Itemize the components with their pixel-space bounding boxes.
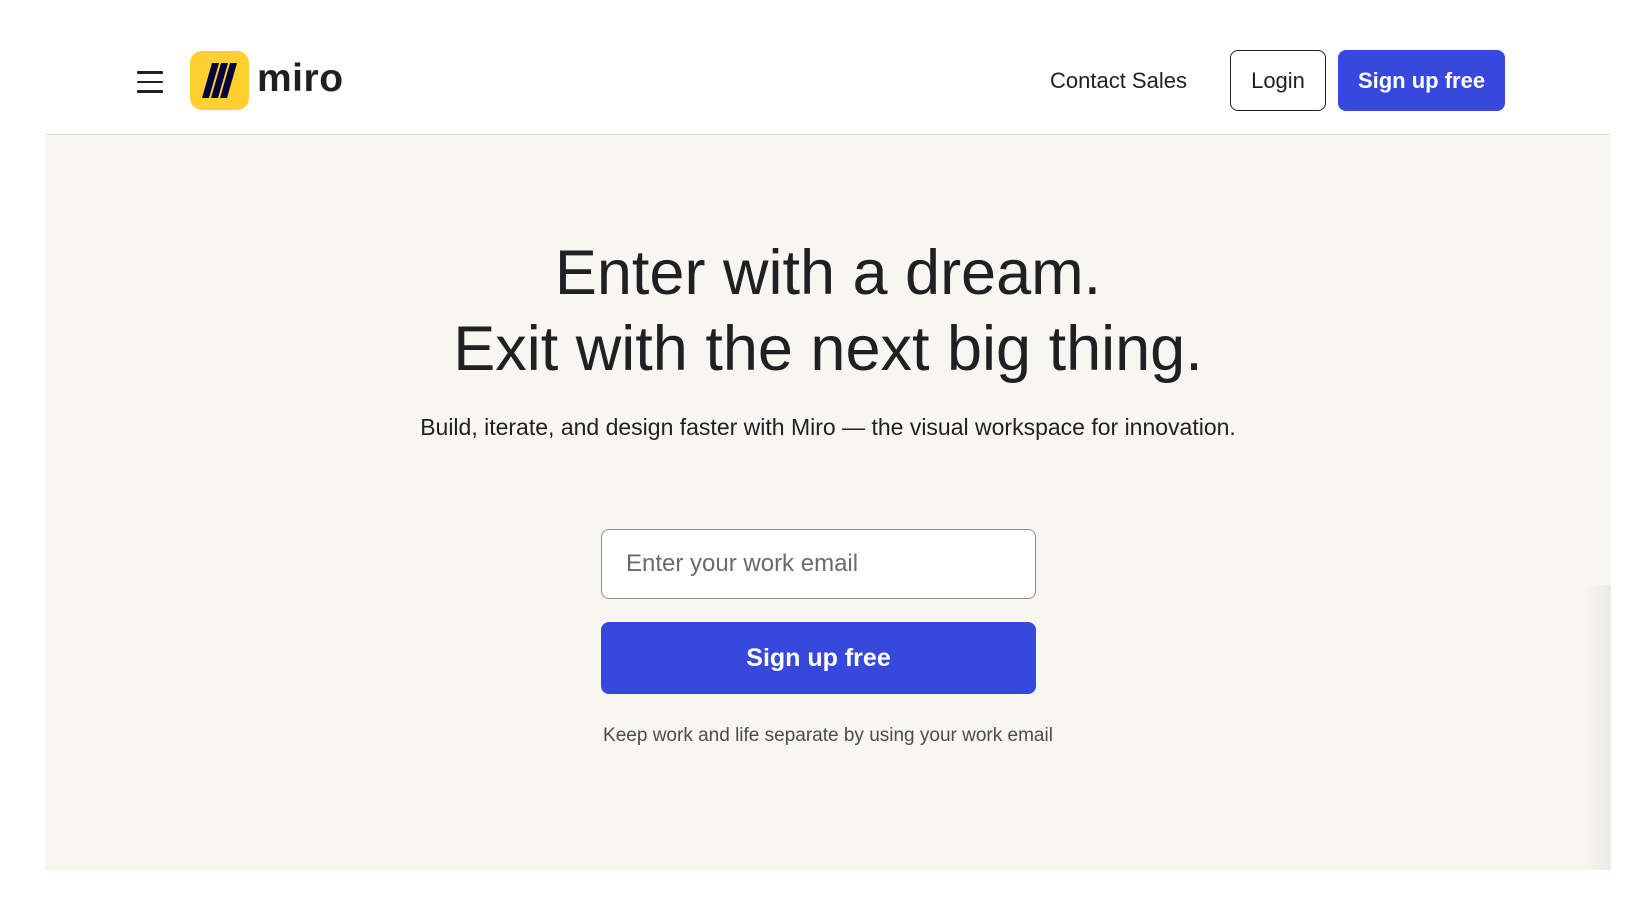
work-email-input[interactable] <box>601 529 1036 599</box>
hamburger-menu-icon[interactable] <box>132 64 168 100</box>
header-signup-button[interactable]: Sign up free <box>1338 50 1505 111</box>
site-header: miro Contact Sales Login Sign up free <box>0 0 1644 135</box>
hero-subtitle: Build, iterate, and design faster with M… <box>420 414 1236 440</box>
hero-section: Enter with a dream. Exit with the next b… <box>45 135 1611 870</box>
hero-title-line-1: Enter with a dream. <box>554 238 1102 308</box>
menu-line <box>137 80 163 84</box>
login-button[interactable]: Login <box>1230 50 1326 111</box>
contact-sales-link[interactable]: Contact Sales <box>1050 62 1187 100</box>
work-email-note: Keep work and life separate by using you… <box>603 725 1053 746</box>
hero-signup-button[interactable]: Sign up free <box>601 622 1036 694</box>
hero-title: Enter with a dream. Exit with the next b… <box>45 235 1611 387</box>
miro-logo-link[interactable]: miro <box>190 51 344 110</box>
menu-line <box>137 90 163 93</box>
hero-title-line-2: Exit with the next big thing. <box>453 314 1203 384</box>
menu-line <box>137 71 163 74</box>
miro-logo-icon <box>190 51 249 110</box>
brand-name: miro <box>257 57 344 100</box>
side-panel-shadow <box>1581 585 1611 870</box>
page: miro Contact Sales Login Sign up free En… <box>0 0 1644 902</box>
